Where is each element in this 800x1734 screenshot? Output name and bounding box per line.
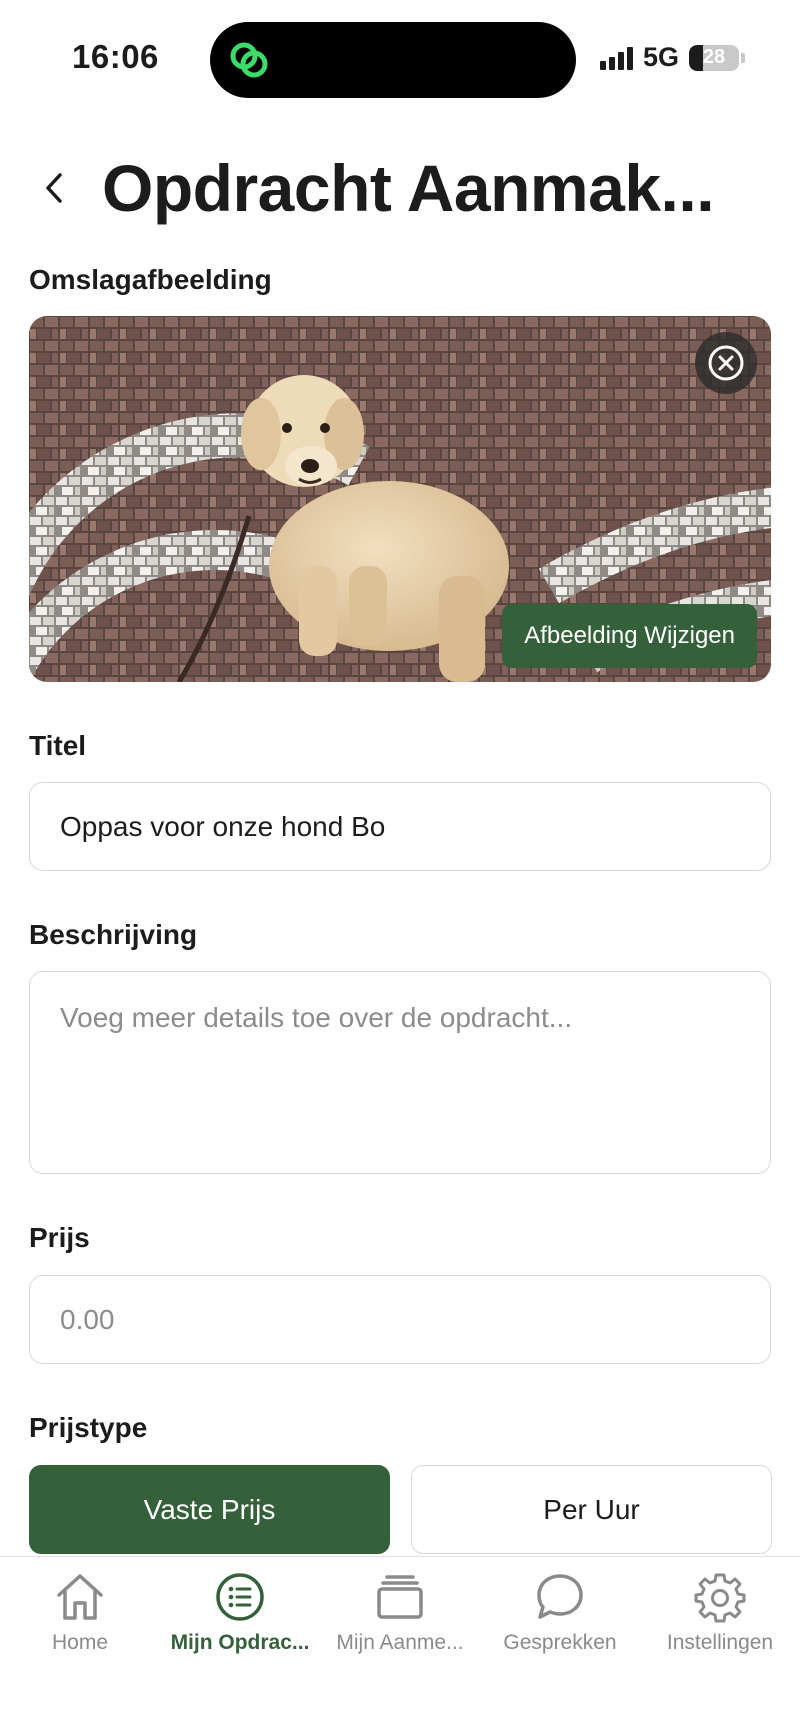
network-type: 5G [642, 42, 679, 72]
tab-bar: Home Mijn Opdrac... Mijn Aanme... Gespre… [0, 1556, 800, 1734]
price-label: Prijs [29, 1222, 90, 1253]
change-image-button[interactable]: Afbeelding Wijzigen [502, 604, 757, 668]
title-input[interactable]: Oppas voor onze hond Bo [29, 782, 771, 871]
create-job-screen: 16:06 5G 28 Opdracht Aanmak... Omslagafb… [0, 0, 800, 1734]
price-placeholder: 0.00 [60, 1304, 115, 1335]
tab-label: Instellingen [666, 1631, 774, 1654]
page-title: Opdracht Aanmak... [102, 151, 715, 225]
tab-settings[interactable]: Instellingen [640, 1569, 800, 1669]
tab-label: Mijn Aanme... [336, 1631, 464, 1654]
chat-bubble-icon [532, 1569, 588, 1625]
gear-icon [692, 1569, 748, 1625]
tab-my-jobs[interactable]: Mijn Opdrac... [160, 1569, 320, 1669]
signal-icon [599, 46, 633, 70]
battery-level: 28 [702, 45, 726, 68]
status-bar: 16:06 5G 28 [0, 0, 800, 110]
description-input[interactable]: Voeg meer details toe over de opdracht..… [29, 971, 771, 1174]
status-time: 16:06 [72, 38, 159, 75]
dynamic-island [210, 22, 576, 98]
price-type-label: Prijstype [29, 1412, 148, 1443]
tab-label: Home [51, 1631, 109, 1654]
house-icon [52, 1569, 108, 1625]
list-icon [212, 1569, 268, 1625]
description-placeholder: Voeg meer details toe over de opdracht..… [60, 1002, 573, 1033]
chevron-left-icon [46, 173, 62, 203]
stack-icon [372, 1569, 428, 1625]
tab-label: Gesprekken [503, 1631, 617, 1654]
status-indicators: 5G 28 [599, 42, 745, 73]
title-input-value: Oppas voor onze hond Bo [60, 811, 386, 842]
tab-label: Mijn Opdrac... [170, 1631, 310, 1654]
title-label: Titel [29, 730, 87, 761]
cover-label: Omslagafbeelding [29, 264, 272, 295]
tab-home[interactable]: Home [0, 1569, 160, 1669]
price-input[interactable]: 0.00 [29, 1275, 771, 1364]
back-button[interactable] [36, 166, 72, 210]
link-rings-icon [230, 42, 268, 78]
fixed-price-option[interactable]: Vaste Prijs [29, 1465, 390, 1554]
cover-image[interactable]: Afbeelding Wijzigen [29, 316, 771, 682]
tab-my-applications[interactable]: Mijn Aanme... [320, 1569, 480, 1669]
remove-image-button[interactable] [695, 332, 757, 394]
description-label: Beschrijving [29, 919, 198, 950]
close-circle-icon [708, 345, 744, 381]
per-hour-option[interactable]: Per Uur [411, 1465, 772, 1554]
battery-icon: 28 [689, 44, 739, 71]
tab-conversations[interactable]: Gesprekken [480, 1569, 640, 1669]
